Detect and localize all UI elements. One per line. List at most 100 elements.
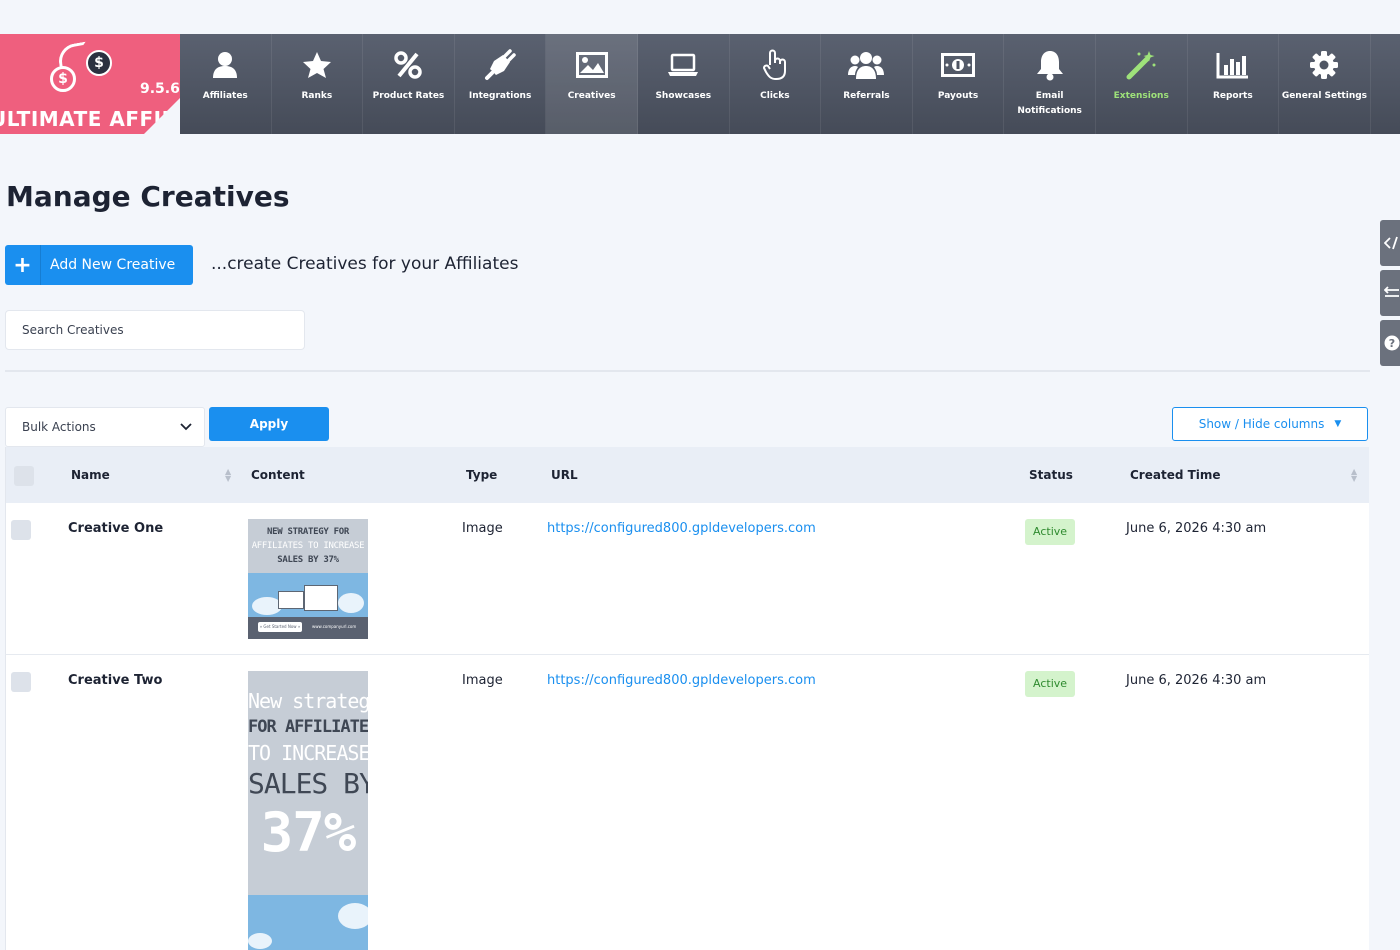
percent-icon	[394, 51, 423, 79]
table-row: Creative One NEW STRATEGY FOR AFFILIATES…	[5, 503, 1369, 655]
user-icon	[213, 52, 238, 78]
creative-thumbnail[interactable]: NEW STRATEGY FOR AFFILIATES TO INCREASE …	[248, 519, 368, 639]
row-checkbox[interactable]	[11, 672, 31, 692]
thumbnail-text: TO INCREASE	[248, 741, 368, 765]
nav-item-creatives[interactable]: Creatives	[546, 34, 638, 134]
creative-type: Image	[462, 673, 503, 688]
thumbnail-text: FOR AFFILIATES	[248, 717, 368, 737]
thumbnail-device	[278, 591, 304, 609]
nav-item-label: Product Rates	[372, 91, 445, 101]
nav-item-label: Reports	[1212, 91, 1253, 101]
table-header: Name ▲ ▼ Content Type URL Status Created …	[5, 447, 1369, 503]
thumbnail-text: AFFILIATES TO INCREASE	[251, 541, 365, 551]
nav-item-label: Email Notifications	[1017, 91, 1082, 116]
nav-item-email-notifications[interactable]: Email Notifications	[1004, 34, 1096, 134]
laptop-icon	[668, 53, 699, 76]
switch-view-tab[interactable]	[1380, 270, 1400, 316]
pointer-hand-icon	[762, 49, 786, 81]
page-title: Manage Creatives	[6, 180, 290, 213]
show-hide-columns-button[interactable]: Show / Hide columns ▼	[1172, 407, 1368, 441]
column-header-created-time[interactable]: Created Time	[1130, 468, 1221, 482]
thumbnail-site: www.companyurl.com	[312, 624, 357, 629]
chevron-down-icon	[180, 423, 192, 431]
created-time: June 6, 2026 4:30 am	[1126, 521, 1267, 536]
show-hide-columns-label: Show / Hide columns	[1198, 417, 1325, 431]
column-header-name[interactable]: Name	[71, 468, 110, 482]
bulk-actions-select[interactable]: Bulk Actions	[5, 407, 205, 447]
dollar-coin-icon: $	[50, 66, 76, 92]
column-header-url: URL	[551, 468, 578, 482]
thumbnail-text: 37%	[260, 801, 357, 864]
nav-item-general-settings[interactable]: General Settings	[1279, 34, 1371, 134]
nav-item-label: Creatives	[567, 91, 616, 101]
nav-item-integrations[interactable]: Integrations	[455, 34, 547, 134]
star-icon	[302, 52, 331, 78]
creative-url-link[interactable]: https://configured800.gpldevelopers.com	[547, 521, 816, 536]
creative-url-link[interactable]: https://configured800.gpldevelopers.com	[547, 673, 816, 688]
nav-item-label: Ranks	[301, 91, 333, 101]
thumbnail-text: SALES BY 37%	[277, 555, 339, 565]
nav-item-payouts[interactable]: Payouts	[913, 34, 1005, 134]
nav-item-label: Payouts	[937, 91, 979, 101]
apply-button[interactable]: Apply	[209, 407, 329, 441]
money-bill-icon	[941, 53, 976, 77]
nav-item-clicks[interactable]: Clicks	[730, 34, 822, 134]
nav-item-ranks[interactable]: Ranks	[272, 34, 364, 134]
thumbnail-cloud	[338, 903, 368, 929]
column-header-status: Status	[1029, 468, 1073, 482]
nav-item-showcases[interactable]: Showcases	[638, 34, 730, 134]
nav-item-label: Clicks	[760, 91, 790, 101]
thumbnail-device	[304, 585, 338, 611]
nav-item-label: Showcases	[655, 91, 712, 101]
bell-icon	[1036, 51, 1063, 81]
nav-item-referrals[interactable]: Referrals	[821, 34, 913, 134]
add-new-creative-label: Add New Creative	[50, 257, 176, 273]
row-checkbox[interactable]	[11, 520, 31, 540]
thumbnail-cta: » Get Started Now »	[258, 622, 302, 632]
caret-down-icon: ▼	[1334, 419, 1342, 429]
sort-icon[interactable]: ▲ ▼	[225, 468, 231, 483]
thumbnail-headline: NEW STRATEGY FOR AFFILIATES TO INCREASE …	[248, 525, 368, 567]
created-time: June 6, 2026 4:30 am	[1126, 673, 1267, 688]
code-view-tab[interactable]	[1380, 220, 1400, 266]
creatives-table: Name ▲ ▼ Content Type URL Status Created …	[5, 447, 1369, 950]
page-subtitle: ...create Creatives for your Affiliates	[211, 254, 519, 274]
nav-item-affiliates[interactable]: Affiliates	[180, 34, 272, 134]
creative-thumbnail[interactable]: New strategy FOR AFFILIATES TO INCREASE …	[248, 671, 368, 950]
bar-chart-icon	[1216, 53, 1248, 79]
thumbnail-text: SALES BY	[248, 767, 368, 800]
creative-name[interactable]: Creative Two	[68, 673, 162, 688]
table-row: Creative Two New strategy FOR AFFILIATES…	[5, 655, 1369, 950]
nav-item-reports[interactable]: Reports	[1188, 34, 1280, 134]
nav-item-product-rates[interactable]: Product Rates	[363, 34, 455, 134]
nav-item-extensions[interactable]: Extensions	[1096, 34, 1188, 134]
help-tab[interactable]: ?	[1380, 320, 1400, 366]
select-all-checkbox[interactable]	[14, 466, 34, 486]
logo-corner-fold	[144, 98, 180, 134]
nav-item-label: General Settings	[1281, 91, 1368, 101]
dollar-coin-icon: $	[86, 50, 112, 76]
nav-item-label: Extensions	[1113, 91, 1169, 101]
help-icon: ?	[1384, 335, 1400, 351]
nav-item-label: Affiliates	[202, 91, 248, 101]
arrows-icon	[1384, 286, 1399, 297]
search-creatives-input[interactable]	[5, 310, 305, 350]
add-new-creative-button[interactable]: + Add New Creative	[5, 245, 193, 285]
creative-name[interactable]: Creative One	[68, 521, 163, 536]
creative-type: Image	[462, 521, 503, 536]
column-header-type: Type	[466, 468, 498, 482]
nav-item-label: Referrals	[843, 91, 890, 101]
sort-icon[interactable]: ▲ ▼	[1351, 468, 1357, 483]
app-version: 9.5.6	[140, 81, 180, 97]
bulk-actions-label: Bulk Actions	[22, 420, 96, 434]
plug-icon	[485, 49, 516, 80]
thumbnail-text: NEW STRATEGY FOR	[267, 527, 349, 537]
app-logo[interactable]: $ $ 9.5.6 ULTIMATE AFFILIATE	[0, 34, 180, 134]
thumbnail-cloud	[338, 593, 364, 613]
gear-icon	[1310, 51, 1339, 79]
thumbnail-text: New strategy	[248, 689, 368, 713]
magic-wand-icon	[1126, 51, 1156, 80]
image-icon	[575, 52, 608, 78]
svg-text:?: ?	[1389, 337, 1395, 350]
column-header-content: Content	[251, 468, 305, 482]
